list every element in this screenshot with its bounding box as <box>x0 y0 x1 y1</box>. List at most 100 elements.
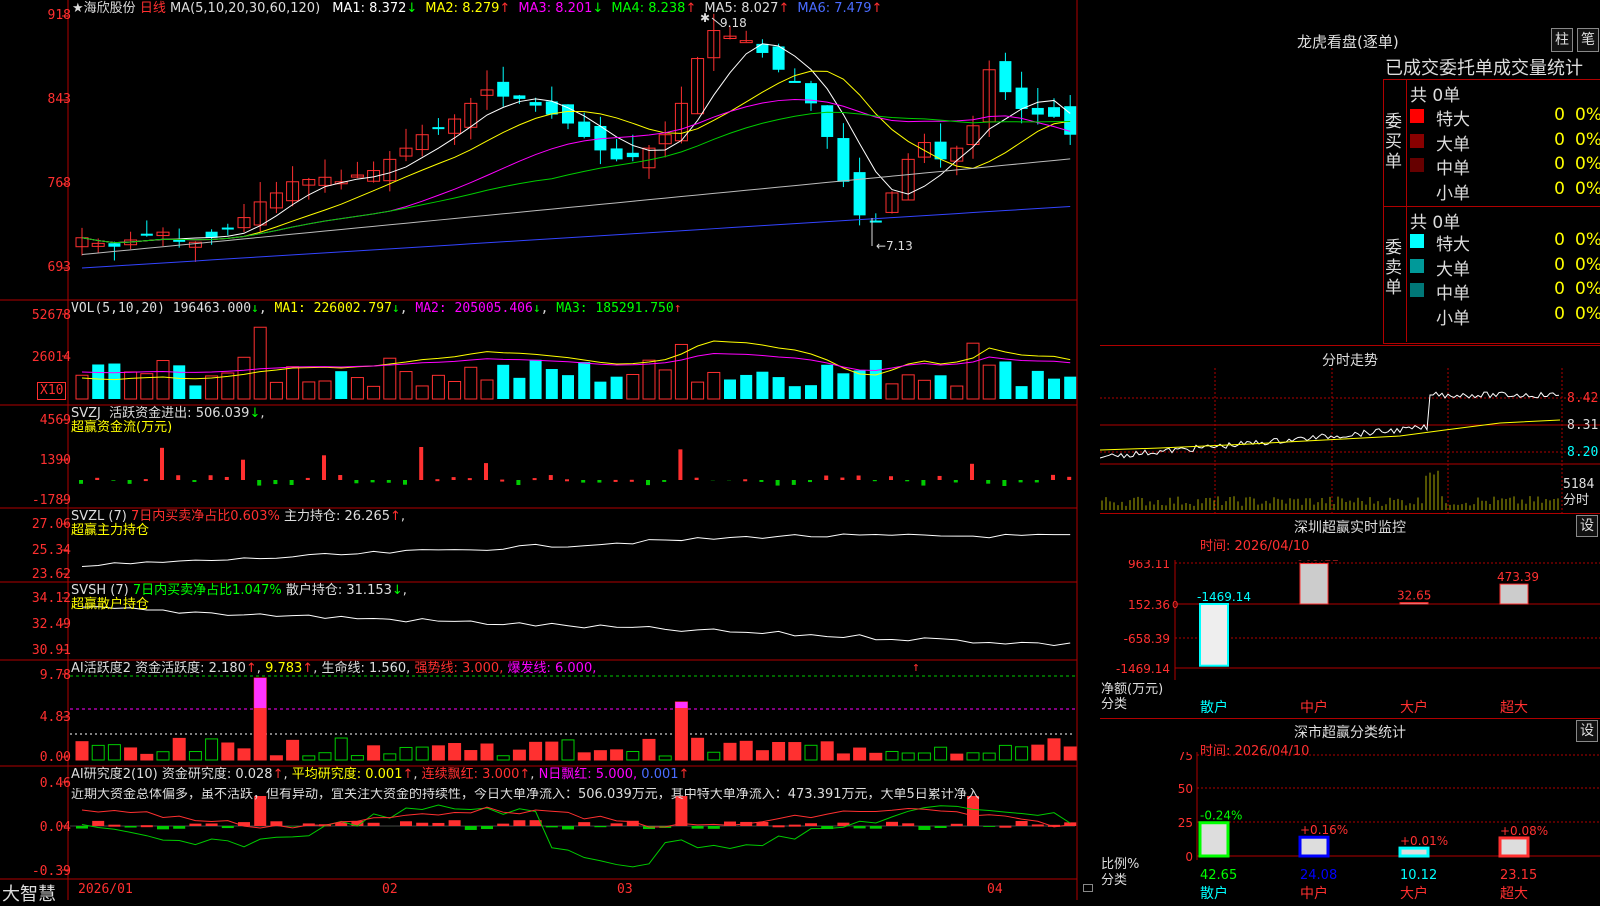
tick-mode-button[interactable]: 笔 <box>1577 28 1599 52</box>
ai2-bar <box>92 821 104 826</box>
brand-logo[interactable]: 大智慧 <box>2 880 56 906</box>
ma-legend-item: MA1: 8.372↓ <box>332 1 417 16</box>
volume-bar <box>497 365 509 399</box>
svsh-y-1: 34.12 <box>32 591 71 606</box>
svsh-sub: 超赢散户持仓 <box>71 598 149 612</box>
classify-y-tick: 50 <box>1178 782 1193 796</box>
ai1-bar <box>1064 747 1076 760</box>
volume-bar <box>546 369 558 399</box>
svzj-title: SVZJ <box>71 406 101 421</box>
svzl-header: SVZL (7) 7日内买卖净占比0.603% 主力持仓: 26.265↑, <box>71 510 405 524</box>
svzj-bar <box>792 480 796 485</box>
volume-bar <box>789 386 801 399</box>
date-03: 03 <box>617 883 633 897</box>
monitor-cat: 中户 <box>1300 699 1328 716</box>
ai2-bar <box>951 824 963 826</box>
svzj-value: 506.039 <box>196 406 250 421</box>
volume-bar <box>675 344 687 399</box>
classify-value-label: 24.08 <box>1300 868 1337 883</box>
ai1-name: 资金活跃度: <box>135 661 204 676</box>
svzl-name: 主力持仓: <box>284 509 340 524</box>
volume-bar <box>173 365 185 399</box>
classify-chart: 7550250-0.24%42.65散户+0.16%24.08中户+0.01%1… <box>1100 752 1600 900</box>
volume-bar <box>108 364 120 399</box>
fenshi-chart[interactable] <box>1100 368 1600 513</box>
ai2-bar <box>157 826 169 829</box>
candle-body-down <box>530 102 542 106</box>
date-04: 04 <box>987 883 1003 897</box>
volume-bar <box>902 375 914 399</box>
classify-change-label: -0.24% <box>1200 809 1242 823</box>
lock-icon[interactable] <box>1083 884 1093 892</box>
volume-bar <box>368 386 380 399</box>
svzj-bar <box>516 480 520 485</box>
volume-bars <box>76 327 1076 399</box>
ma-legend-item: MA2: 8.279↑ <box>425 1 510 16</box>
vol-value: 196463.000 <box>173 301 251 316</box>
svzj-y-3: -1789 <box>32 493 71 508</box>
ai2-bar <box>594 826 606 827</box>
candle-body-down <box>1048 107 1060 117</box>
svzj-bar <box>1035 480 1039 482</box>
main-header: ★海欣股份 日线 MA(5,10,20,30,60,120) MA1: 8.37… <box>72 2 882 16</box>
volume-bar <box>983 365 995 399</box>
row-name: 中单 <box>1436 279 1470 304</box>
vol-ma2: MA2: 205005.406 <box>415 301 532 316</box>
monitor-chart: 963.11152.36-658.39-1469.140-1469.14963.… <box>1100 560 1600 718</box>
volume-bar <box>335 371 347 399</box>
ai2-bar <box>449 820 461 826</box>
ai2-bar <box>465 826 477 830</box>
svzj-bar <box>1002 480 1006 486</box>
candle-body-down <box>627 153 639 157</box>
svzj-bar <box>597 480 601 483</box>
ai2-bar <box>773 825 785 827</box>
row-name: 小单 <box>1436 304 1470 329</box>
svzj-bar <box>257 480 261 486</box>
candle-body-down <box>222 228 234 230</box>
vol-unit-box[interactable]: X10 <box>37 382 66 400</box>
moving-average-lines <box>82 44 1070 268</box>
monitor-bar-label: -1469.14 <box>1197 590 1251 604</box>
ai1-bar <box>789 743 801 760</box>
volume-bar <box>935 375 947 399</box>
row-count: 0 <box>1540 105 1565 125</box>
ai2-y-2: 0.04 <box>40 820 71 835</box>
color-swatch <box>1410 109 1424 123</box>
longhu-row: 小单00% <box>1410 178 1600 202</box>
ai2-bar <box>902 823 914 826</box>
classify-bar <box>1500 838 1528 856</box>
main-chart-svg[interactable]: ✱ 9.18 ←7.13 <box>0 0 1078 900</box>
volume-bar <box>416 386 428 399</box>
volume-bar <box>821 365 833 399</box>
ai2-lx: 连续飘红: 3.000 <box>422 767 520 782</box>
volume-bar <box>238 357 250 399</box>
ai1-bar <box>335 738 347 760</box>
monitor-bar <box>1500 584 1528 604</box>
volume-bar <box>303 382 315 399</box>
period-label[interactable]: 日线 <box>140 1 166 16</box>
bar-mode-button[interactable]: 柱 <box>1551 28 1573 52</box>
ai1-bar <box>189 752 201 760</box>
vol-y-1: 52678 <box>32 308 71 323</box>
candle-body-down <box>141 234 153 236</box>
classify-settings-button[interactable]: 设 <box>1576 720 1598 742</box>
volume-bar <box>692 382 704 399</box>
ai1-bar <box>902 753 914 760</box>
color-swatch <box>1410 283 1424 297</box>
star-icon[interactable]: ★ <box>72 1 84 16</box>
fenshi-vol-top: 5184 <box>1563 478 1594 492</box>
ai2-bar <box>206 823 218 826</box>
svzl-line <box>82 534 1070 566</box>
ai2-title: AI研究度2(10) <box>71 767 158 782</box>
volume-bar <box>270 382 282 399</box>
ai1-bar <box>206 739 218 760</box>
monitor-cat: 超大 <box>1500 700 1528 716</box>
ai1-up-arrow: ↑ <box>912 660 920 675</box>
volume-bar <box>870 360 882 399</box>
monitor-settings-button[interactable]: 设 <box>1576 515 1598 537</box>
svzj-bar <box>1067 477 1071 480</box>
svzj-bar <box>306 478 310 480</box>
longhu-row: 中单00% <box>1410 153 1600 177</box>
monitor-cat-label: 分类 <box>1101 698 1127 712</box>
monitor-y-tick: -658.39 <box>1124 632 1170 646</box>
